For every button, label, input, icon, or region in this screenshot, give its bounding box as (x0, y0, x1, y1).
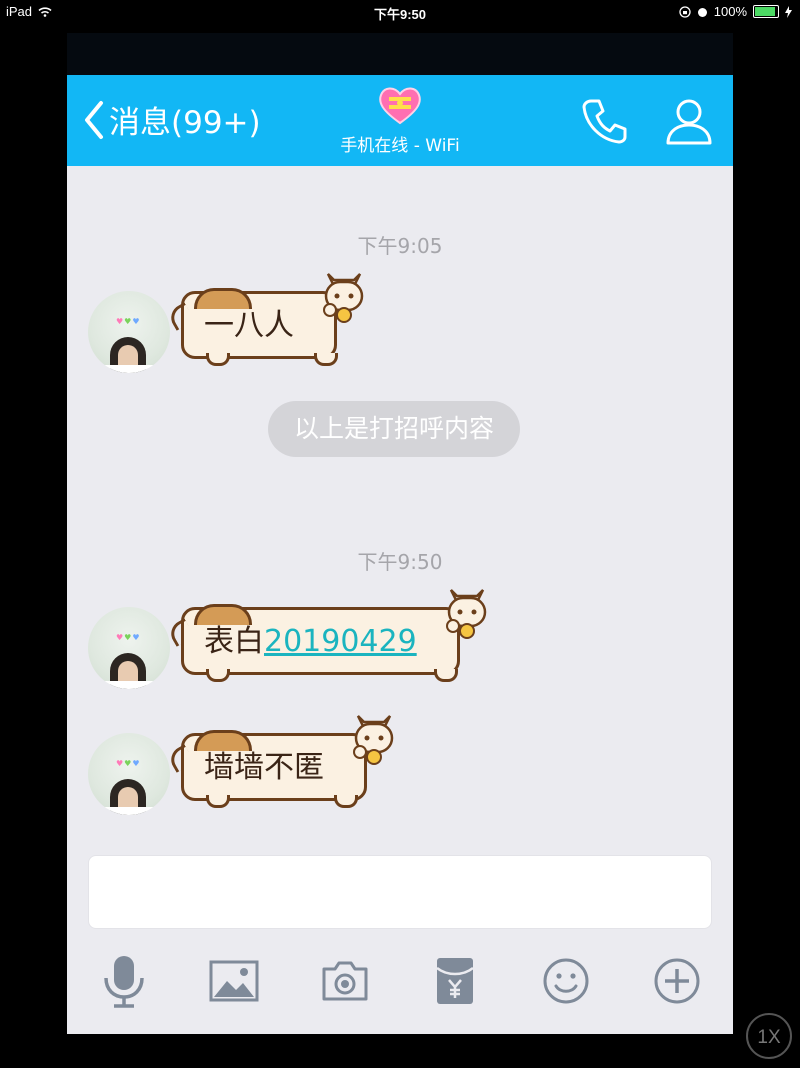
microphone-icon (104, 956, 144, 1008)
timestamp: 下午9:50 (357, 550, 443, 574)
call-button[interactable] (579, 95, 631, 151)
message-bubble[interactable]: 墙墙不匿 (166, 715, 394, 808)
nav-bar: 消息(99+) 手机在线 - WiFi (67, 75, 733, 166)
hearts-decoration: ♥♥♥ (116, 317, 141, 326)
heart-nickname-icon (379, 87, 421, 125)
camera-icon (322, 961, 368, 1001)
profile-button[interactable] (663, 95, 715, 151)
message-bubble[interactable]: 表白20190429 (166, 589, 486, 682)
online-status: 手机在线 - WiFi (340, 136, 460, 156)
photo-button[interactable] (204, 951, 264, 1011)
battery-percent: 100% (713, 4, 747, 19)
message-link[interactable]: 20190429 (264, 624, 417, 659)
hearts-decoration: ♥♥♥ (116, 633, 141, 642)
message-bubble[interactable]: 一八人 (166, 273, 364, 366)
emoji-button[interactable] (536, 951, 596, 1011)
phone-icon (582, 99, 627, 144)
message-text: 一八人 (204, 308, 294, 343)
avatar[interactable]: ♥♥♥ (88, 733, 170, 815)
camera-button[interactable] (315, 951, 375, 1011)
system-message: 以上是打招呼内容 (268, 401, 521, 457)
avatar[interactable]: ♥♥♥ (88, 291, 170, 373)
image-icon (209, 960, 259, 1002)
avatar[interactable]: ♥♥♥ (88, 607, 170, 689)
contact-header[interactable]: 手机在线 - WiFi (67, 85, 733, 156)
emoji-icon (543, 958, 589, 1004)
person-icon (666, 99, 712, 145)
orientation-lock-icon (679, 5, 691, 18)
charging-icon (785, 5, 792, 18)
battery-icon (753, 5, 779, 18)
top-band (67, 33, 733, 75)
message-text: 表白 (204, 624, 264, 659)
message-text: 墙墙不匿 (204, 750, 324, 785)
timestamp: 下午9:05 (357, 234, 443, 258)
lucky-cat-icon (445, 589, 486, 639)
alarm-icon (697, 7, 707, 17)
lucky-cat-icon (353, 715, 394, 765)
zoom-button[interactable]: 1X (746, 1013, 792, 1059)
more-button[interactable] (647, 951, 707, 1011)
plus-icon (654, 958, 700, 1004)
red-packet-icon (436, 958, 474, 1004)
lucky-cat-icon (323, 273, 364, 323)
message-input[interactable] (88, 855, 712, 929)
hearts-decoration: ♥♥♥ (116, 759, 141, 768)
input-toolbar (67, 951, 733, 1015)
voice-button[interactable] (94, 951, 154, 1011)
status-bar: iPad 下午9:50 100% (0, 0, 800, 22)
chat-screen: 消息(99+) 手机在线 - WiFi 下午9:05 ♥♥♥ 一八人 以上是打招… (67, 33, 733, 1034)
red-packet-button[interactable] (425, 951, 485, 1011)
